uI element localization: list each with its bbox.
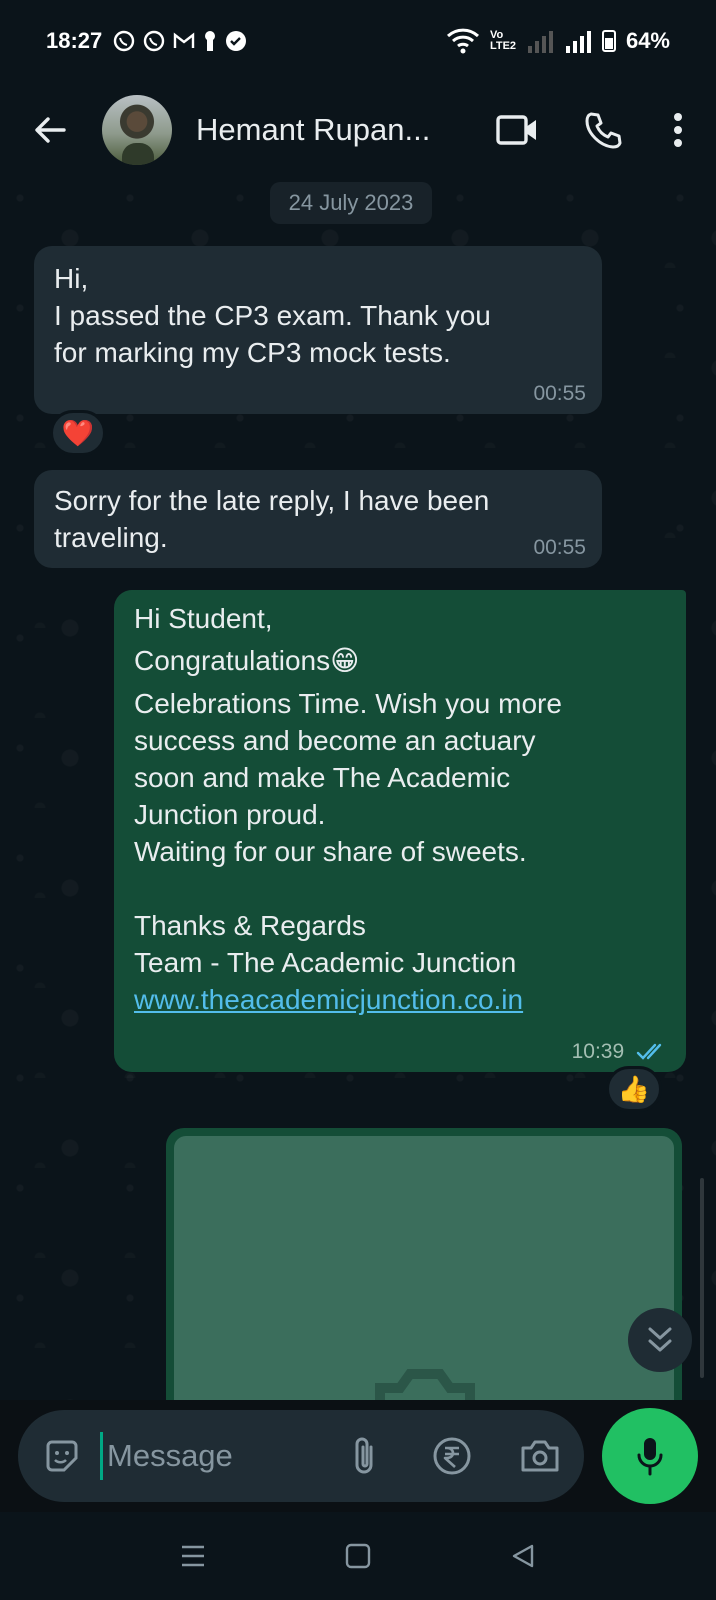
message-text-line: Team - The Academic Junction bbox=[134, 947, 517, 978]
square-home-icon bbox=[345, 1543, 371, 1569]
message-text-line: Sorry for the late reply, I have been bbox=[54, 485, 490, 516]
menu-lines-icon bbox=[181, 1545, 204, 1567]
phone-icon bbox=[585, 112, 622, 149]
message-time-wrapper: 10:39 bbox=[572, 1040, 670, 1064]
keyhole-icon bbox=[205, 31, 216, 51]
vpn-icon bbox=[226, 31, 247, 51]
camera-icon bbox=[521, 1440, 559, 1472]
message-time: 00:55 bbox=[533, 382, 586, 405]
incoming-message[interactable]: Sorry for the late reply, I have been tr… bbox=[34, 470, 602, 568]
image-placeholder[interactable] bbox=[174, 1136, 674, 1400]
status-time: 18:27 bbox=[46, 28, 103, 53]
image-message[interactable] bbox=[166, 1128, 682, 1400]
video-call-icon bbox=[496, 115, 536, 145]
sticker-icon bbox=[46, 1440, 78, 1472]
payment-button[interactable] bbox=[428, 1432, 476, 1480]
chat-messages-area[interactable]: 24 July 2023 Hi, I passed the CP3 exam. … bbox=[0, 178, 716, 1400]
home-button[interactable] bbox=[328, 1526, 388, 1586]
scroll-to-bottom-button[interactable] bbox=[628, 1308, 692, 1372]
system-navigation-bar bbox=[0, 1512, 716, 1600]
back-button[interactable] bbox=[20, 100, 80, 160]
whatsapp-business-icon bbox=[144, 30, 165, 52]
double-chevron-down-icon bbox=[648, 1327, 672, 1352]
voice-message-button[interactable] bbox=[602, 1408, 698, 1504]
attach-icon bbox=[355, 1437, 373, 1474]
message-text-line: Hi Student, bbox=[134, 603, 273, 634]
rupee-payment-icon bbox=[433, 1437, 471, 1475]
status-bar: 18:27 Vo LTE2 64% bbox=[0, 0, 716, 82]
message-text-line: soon and make The Academic bbox=[134, 762, 511, 793]
chat-header: Hemant Rupan... bbox=[0, 82, 716, 178]
more-vert-icon bbox=[674, 113, 682, 147]
more-options-button[interactable] bbox=[658, 95, 698, 165]
video-call-button[interactable] bbox=[482, 95, 552, 165]
message-input[interactable] bbox=[100, 1432, 300, 1480]
message-text-line: traveling. bbox=[54, 522, 168, 553]
signal-sim2-icon bbox=[565, 31, 591, 53]
contact-name[interactable]: Hemant Rupan... bbox=[196, 112, 446, 148]
triangle-back-icon bbox=[513, 1544, 534, 1568]
incoming-message[interactable]: Hi, I passed the CP3 exam. Thank you for… bbox=[34, 246, 602, 414]
read-ticks-icon bbox=[636, 1044, 662, 1061]
network-label: Vo LTE2 bbox=[489, 29, 517, 52]
outgoing-message[interactable]: Hi Student, Congratulations😁 Celebration… bbox=[114, 590, 686, 1072]
thumbs-up-reaction-icon: 👍 bbox=[617, 1073, 651, 1104]
message-reaction[interactable]: 👍 bbox=[606, 1066, 662, 1112]
voice-call-button[interactable] bbox=[568, 95, 638, 165]
message-text-line: I passed the CP3 exam. Thank you bbox=[54, 300, 491, 331]
notification-icons bbox=[112, 29, 248, 53]
message-text-line: Junction proud. bbox=[134, 799, 326, 830]
wifi-icon bbox=[446, 28, 479, 54]
message-text-line: Thanks & Regards bbox=[134, 910, 366, 941]
signal-sim1-icon bbox=[527, 31, 553, 53]
message-text-line: for marking my CP3 mock tests. bbox=[54, 337, 451, 368]
whatsapp-icon bbox=[114, 30, 135, 52]
message-reaction[interactable]: ❤️ bbox=[50, 410, 106, 456]
attach-button[interactable] bbox=[340, 1432, 388, 1480]
camera-button[interactable] bbox=[516, 1432, 564, 1480]
gmail-icon bbox=[174, 32, 195, 48]
contact-avatar[interactable] bbox=[102, 95, 172, 165]
message-text-line: Congratulations😁 bbox=[134, 645, 360, 676]
message-text-line: Waiting for our share of sweets. bbox=[134, 836, 527, 867]
message-text-line: Celebrations Time. Wish you more bbox=[134, 688, 562, 719]
recents-button[interactable] bbox=[163, 1526, 223, 1586]
back-arrow-icon bbox=[35, 117, 66, 143]
sticker-button[interactable] bbox=[38, 1432, 86, 1480]
message-composer bbox=[18, 1410, 584, 1502]
scrollbar[interactable] bbox=[700, 1178, 704, 1378]
mic-icon bbox=[637, 1438, 663, 1476]
message-time: 10:39 bbox=[571, 1040, 625, 1063]
message-time: 00:55 bbox=[533, 536, 586, 559]
battery-icon bbox=[601, 30, 616, 52]
message-text-line: success and become an actuary bbox=[134, 725, 536, 756]
date-chip: 24 July 2023 bbox=[270, 182, 432, 224]
heart-reaction-icon: ❤️ bbox=[61, 417, 95, 448]
camera-icon bbox=[375, 1369, 475, 1400]
message-text-line: Hi, bbox=[54, 263, 89, 294]
battery-level: 64% bbox=[625, 28, 670, 53]
website-link[interactable]: www.theacademicjunction.co.in bbox=[134, 981, 666, 1018]
back-nav-button[interactable] bbox=[493, 1526, 553, 1586]
